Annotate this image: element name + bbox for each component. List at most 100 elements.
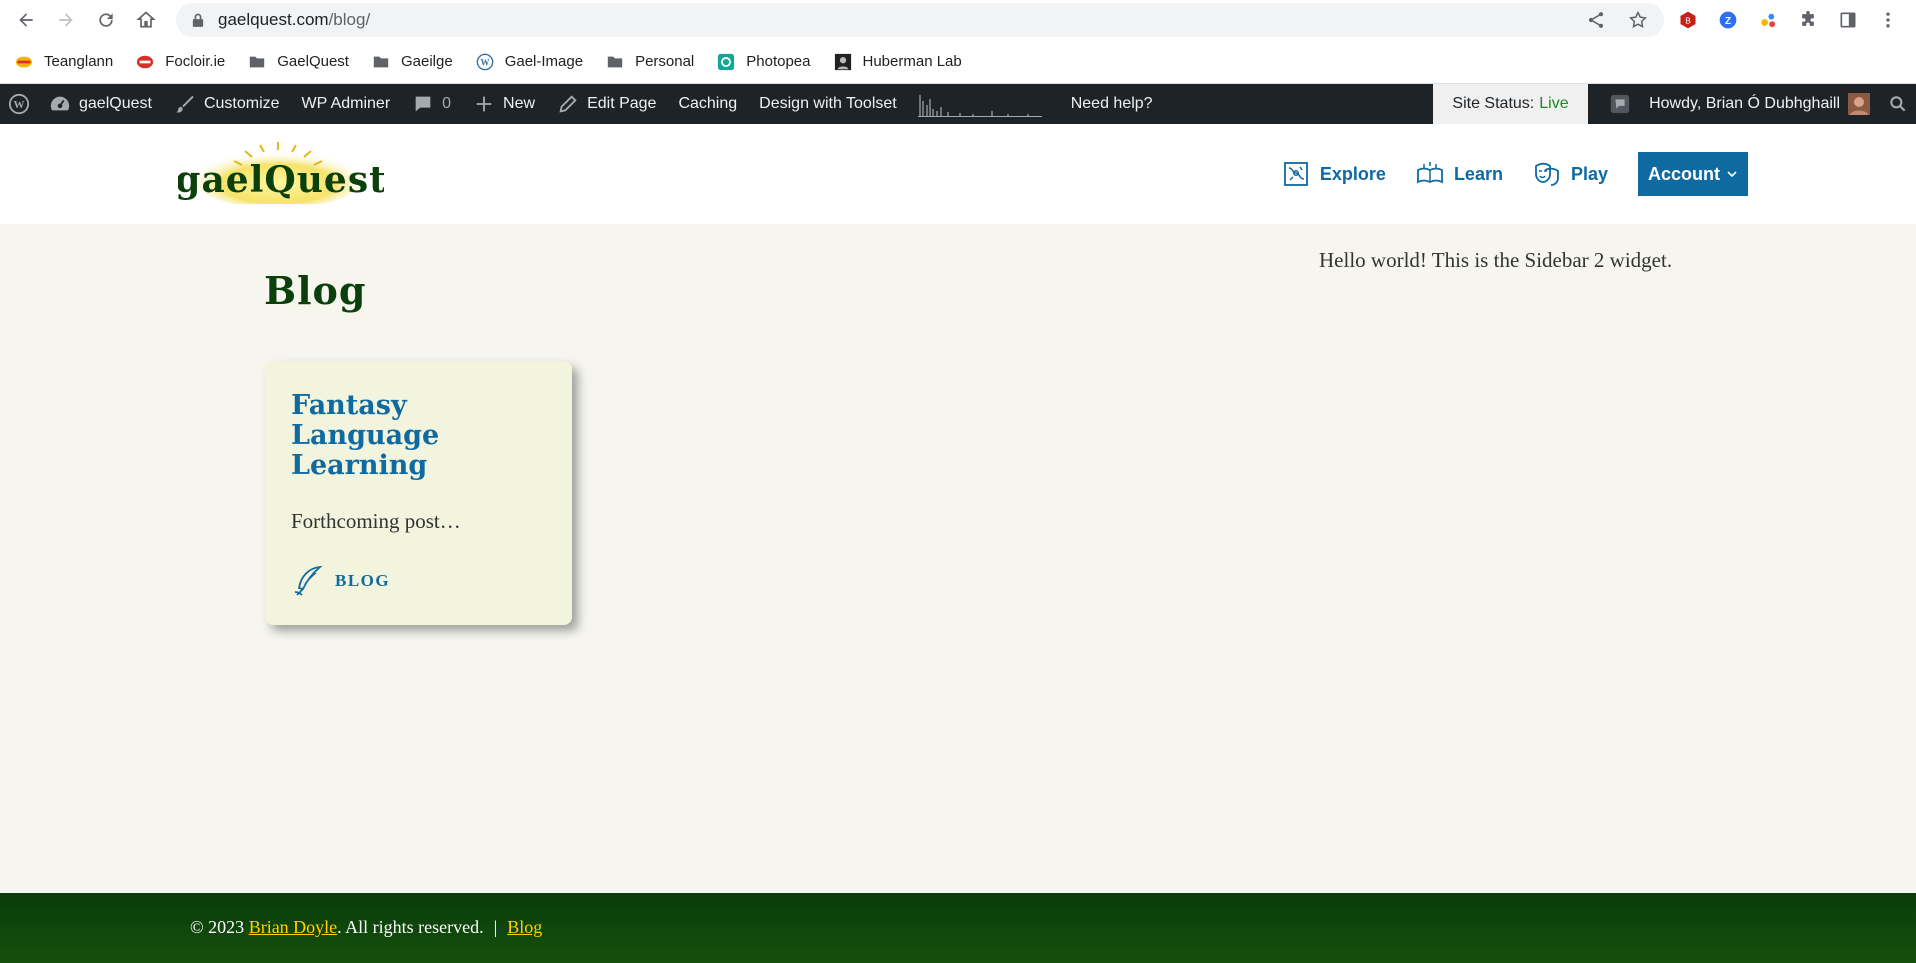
url-domain: gaelquest.com [218,10,329,29]
site-name-label: gaelQuest [79,95,152,112]
bookmark-personal[interactable]: Personal [605,52,694,72]
bookmark-gael-image[interactable]: W Gael-Image [475,52,583,72]
bookmark-photopea[interactable]: Photopea [716,52,811,72]
howdy-label: Howdy, Brian Ó Dubhghaill [1649,95,1840,112]
my-account-menu[interactable]: Howdy, Brian Ó Dubhghaill [1645,84,1880,124]
chevron-down-icon [1727,171,1737,178]
edit-page-link[interactable]: Edit Page [546,84,667,124]
avatar [1848,93,1870,115]
bookmark-focloir[interactable]: Focloir.ie [135,52,225,72]
nav-explore[interactable]: Explore [1282,160,1386,188]
comments-count: 0 [442,95,452,112]
bookmark-gaelquest[interactable]: GaelQuest [247,52,349,72]
footer-blog-link[interactable]: Blog [507,917,542,938]
nav-learn-label: Learn [1453,163,1503,184]
footer-credits: © 2023 Brian Doyle. All rights reserved.… [190,917,542,938]
wordpress-icon: W [8,93,30,115]
notifications-button[interactable] [1595,84,1645,124]
need-help-link[interactable]: Need help? [1060,84,1164,124]
footer-separator: | [493,917,498,937]
bookmark-label: GaelQuest [277,53,349,70]
bookmark-label: Gael-Image [504,53,584,70]
bookmark-star-icon[interactable] [1628,10,1648,30]
zoom-extension-icon[interactable]: Z [1716,8,1740,32]
svg-text:gaelQuest: gaelQuest [178,159,384,201]
reload-button[interactable] [86,0,126,40]
new-content-menu[interactable]: New [462,84,546,124]
gaelquest-logo[interactable]: gaelQuest [178,140,384,204]
theater-masks-icon [1535,162,1559,186]
author-link[interactable]: Brian Doyle [249,917,337,938]
account-menu-button[interactable]: Account [1638,152,1748,196]
new-label: New [503,95,536,112]
wp-logo-menu[interactable]: W [0,84,38,124]
bookmark-label: Gaeilge [400,53,453,70]
sidebar-widget-text: Hello world! This is the Sidebar 2 widge… [1319,248,1673,272]
url-text: gaelquest.com/blog/ [218,10,370,30]
menu-kebab-icon[interactable] [1876,8,1900,32]
bookmark-label: Huberman Lab [862,53,962,70]
comment-bubble-icon [415,96,431,112]
nav-explore-label: Explore [1319,163,1386,184]
address-bar[interactable]: gaelquest.com/blog/ [176,3,1664,37]
notification-bubble-icon [1610,94,1630,114]
design-toolset-menu[interactable]: Design with Toolset [748,84,908,124]
site-name-menu[interactable]: gaelQuest [38,84,163,124]
pencil-icon [559,95,577,113]
account-label: Account [1648,163,1720,184]
nav-play[interactable]: Play [1533,160,1608,188]
bookmark-gaeilge[interactable]: Gaeilge [371,52,453,72]
svg-text:W: W [480,57,489,67]
site-footer: © 2023 Brian Doyle. All rights reserved.… [0,893,1916,963]
home-button[interactable] [126,0,166,40]
wp-adminer-label: WP Adminer [301,95,391,112]
back-button[interactable] [6,0,46,40]
query-monitor-sparkline[interactable] [917,91,1042,117]
post-title[interactable]: Fantasy Language Learning [291,391,546,481]
extensions-puzzle-icon[interactable] [1796,8,1820,32]
bookmarks-bar: Teanglann Focloir.ie GaelQuest Gaeilge W… [0,40,1916,84]
search-icon [1890,96,1906,112]
side-panel-icon[interactable] [1836,8,1860,32]
site-header: gaelQuest Explore Learn Play Account [0,124,1916,224]
bookmark-label: Personal [635,53,695,70]
comments-link[interactable]: 0 [401,84,462,124]
site-status-badge[interactable]: Site Status: Live [1433,84,1588,124]
post-excerpt: Forthcoming post… [291,509,461,533]
quill-icon [294,565,323,596]
folder-icon [371,52,391,72]
svg-text:B: B [1685,15,1691,25]
home-icon [136,11,156,28]
back-arrow-icon [19,13,33,27]
rights-text: . All rights reserved. [337,917,484,937]
post-card[interactable]: Fantasy Language Learning Forthcoming po… [265,361,572,625]
post-category-link[interactable]: BLOG [291,564,546,598]
bookmark-teanglann[interactable]: Teanglann [14,52,113,72]
open-book-icon [1417,162,1443,184]
bookmark-label: Focloir.ie [165,53,226,70]
bookmark-huberman[interactable]: Huberman Lab [833,52,962,72]
dots-extension-icon[interactable] [1756,8,1780,32]
lock-icon [192,12,206,28]
caching-menu[interactable]: Caching [667,84,748,124]
folder-icon [247,52,267,72]
forward-button[interactable] [46,0,86,40]
bookmark-label: Photopea [746,53,811,70]
photopea-icon [716,52,736,72]
map-icon [1284,162,1308,186]
customize-link[interactable]: Customize [163,84,291,124]
dashboard-icon [50,96,70,111]
edit-page-label: Edit Page [587,95,657,112]
admin-search-button[interactable] [1880,84,1916,124]
nav-learn[interactable]: Learn [1416,160,1503,188]
paintbrush-icon [176,95,194,113]
share-icon[interactable] [1586,10,1606,30]
extension-red-icon[interactable]: B [1676,8,1700,32]
wp-adminer-link[interactable]: WP Adminer [291,84,402,124]
reload-icon [99,13,113,27]
browser-toolbar: gaelquest.com/blog/ B Z [0,0,1916,40]
teanglann-icon [14,52,34,72]
customize-label: Customize [203,95,280,112]
forward-arrow-icon [59,13,73,27]
wordpress-icon: W [475,52,495,72]
